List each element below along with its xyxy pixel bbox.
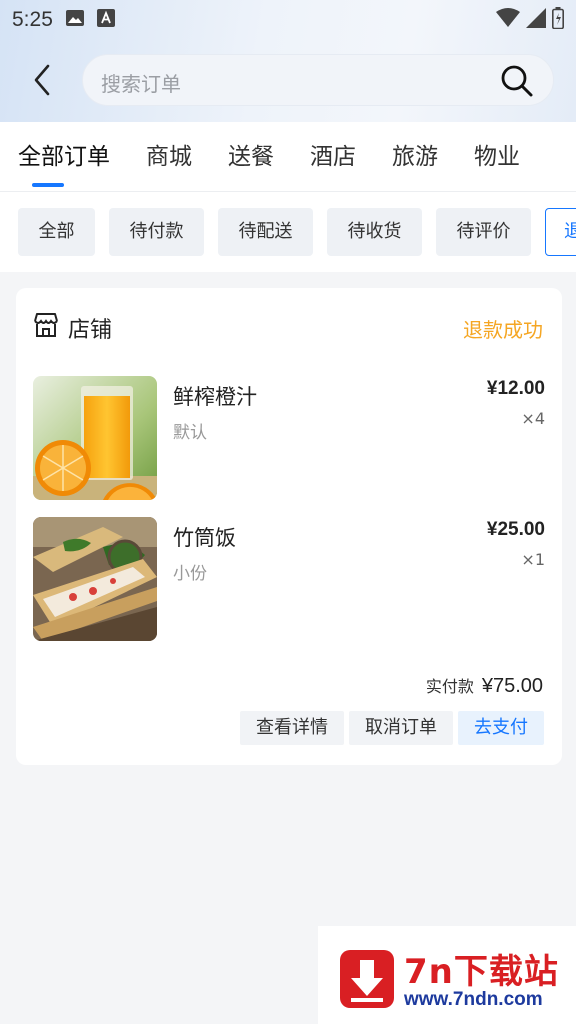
paid-amount: ¥75.00 — [481, 675, 543, 697]
filter-pending-delivery[interactable]: 待配送 — [218, 208, 313, 256]
orange-juice-image — [33, 376, 157, 500]
status-bar: 5:25 — [0, 0, 576, 40]
search-input[interactable]: 搜索订单 — [82, 54, 554, 106]
item-spec: 小份 — [173, 564, 207, 584]
tab-travel[interactable]: 旅游 — [392, 122, 438, 192]
cancel-order-button[interactable]: 取消订单 — [349, 711, 453, 745]
view-details-button[interactable]: 查看详情 — [240, 711, 344, 745]
status-filters: 全部 待付款 待配送 待收货 待评价 退 — [0, 192, 576, 272]
item-name: 鲜榨橙汁 — [173, 385, 257, 409]
order-item[interactable]: 竹筒饭 小份 ¥25.00 ×1 — [33, 517, 545, 641]
filter-pending-payment[interactable]: 待付款 — [109, 208, 204, 256]
item-price: ¥12.00 — [486, 378, 545, 399]
filter-refund[interactable]: 退 — [545, 208, 576, 256]
tab-mall[interactable]: 商城 — [146, 122, 192, 192]
wifi-icon — [496, 8, 520, 32]
filter-all[interactable]: 全部 — [18, 208, 95, 256]
order-item[interactable]: 鲜榨橙汁 默认 ¥12.00 ×4 — [33, 376, 545, 500]
download-icon — [340, 950, 394, 1008]
shop-name: 店铺 — [68, 318, 113, 343]
tab-property[interactable]: 物业 — [474, 122, 520, 192]
item-quantity: ×4 — [521, 409, 545, 428]
status-time: 5:25 — [12, 8, 53, 31]
battery-icon — [552, 7, 564, 33]
pay-button[interactable]: 去支付 — [458, 711, 544, 745]
gallery-icon — [65, 9, 85, 31]
item-price: ¥25.00 — [486, 519, 545, 540]
order-status: 退款成功 — [463, 318, 543, 342]
paid-summary: 实付款 ¥75.00 — [426, 673, 543, 698]
search-icon[interactable] — [499, 63, 535, 99]
signal-icon — [526, 8, 546, 32]
item-spec: 默认 — [173, 423, 207, 443]
filter-pending-receipt[interactable]: 待收货 — [327, 208, 422, 256]
font-icon — [96, 9, 115, 31]
paid-label: 实付款 — [425, 677, 474, 696]
watermark: 7n下载站 www.7ndn.com — [318, 926, 576, 1024]
store-icon — [33, 312, 59, 338]
watermark-url: www.7ndn.com — [404, 989, 543, 1010]
item-quantity: ×1 — [521, 550, 545, 569]
item-name: 竹筒饭 — [173, 526, 236, 550]
category-tabs: 全部订单 商城 送餐 酒店 旅游 物业 — [0, 122, 576, 192]
tab-all-orders[interactable]: 全部订单 — [18, 122, 110, 192]
bamboo-rice-image — [33, 517, 157, 641]
watermark-title: 7n下载站 — [404, 952, 559, 992]
active-tab-indicator — [32, 183, 64, 187]
tab-food-delivery[interactable]: 送餐 — [228, 122, 274, 192]
search-row: 搜索订单 — [0, 52, 576, 108]
tab-hotel[interactable]: 酒店 — [310, 122, 356, 192]
chevron-left-icon — [34, 64, 50, 96]
search-placeholder: 搜索订单 — [101, 72, 181, 96]
back-button[interactable] — [26, 60, 58, 100]
filter-pending-review[interactable]: 待评价 — [436, 208, 531, 256]
order-card[interactable]: 店铺 退款成功 鲜榨橙汁 默认 ¥12.00 ×4 竹筒饭 小份 ¥25.00 … — [16, 288, 562, 765]
